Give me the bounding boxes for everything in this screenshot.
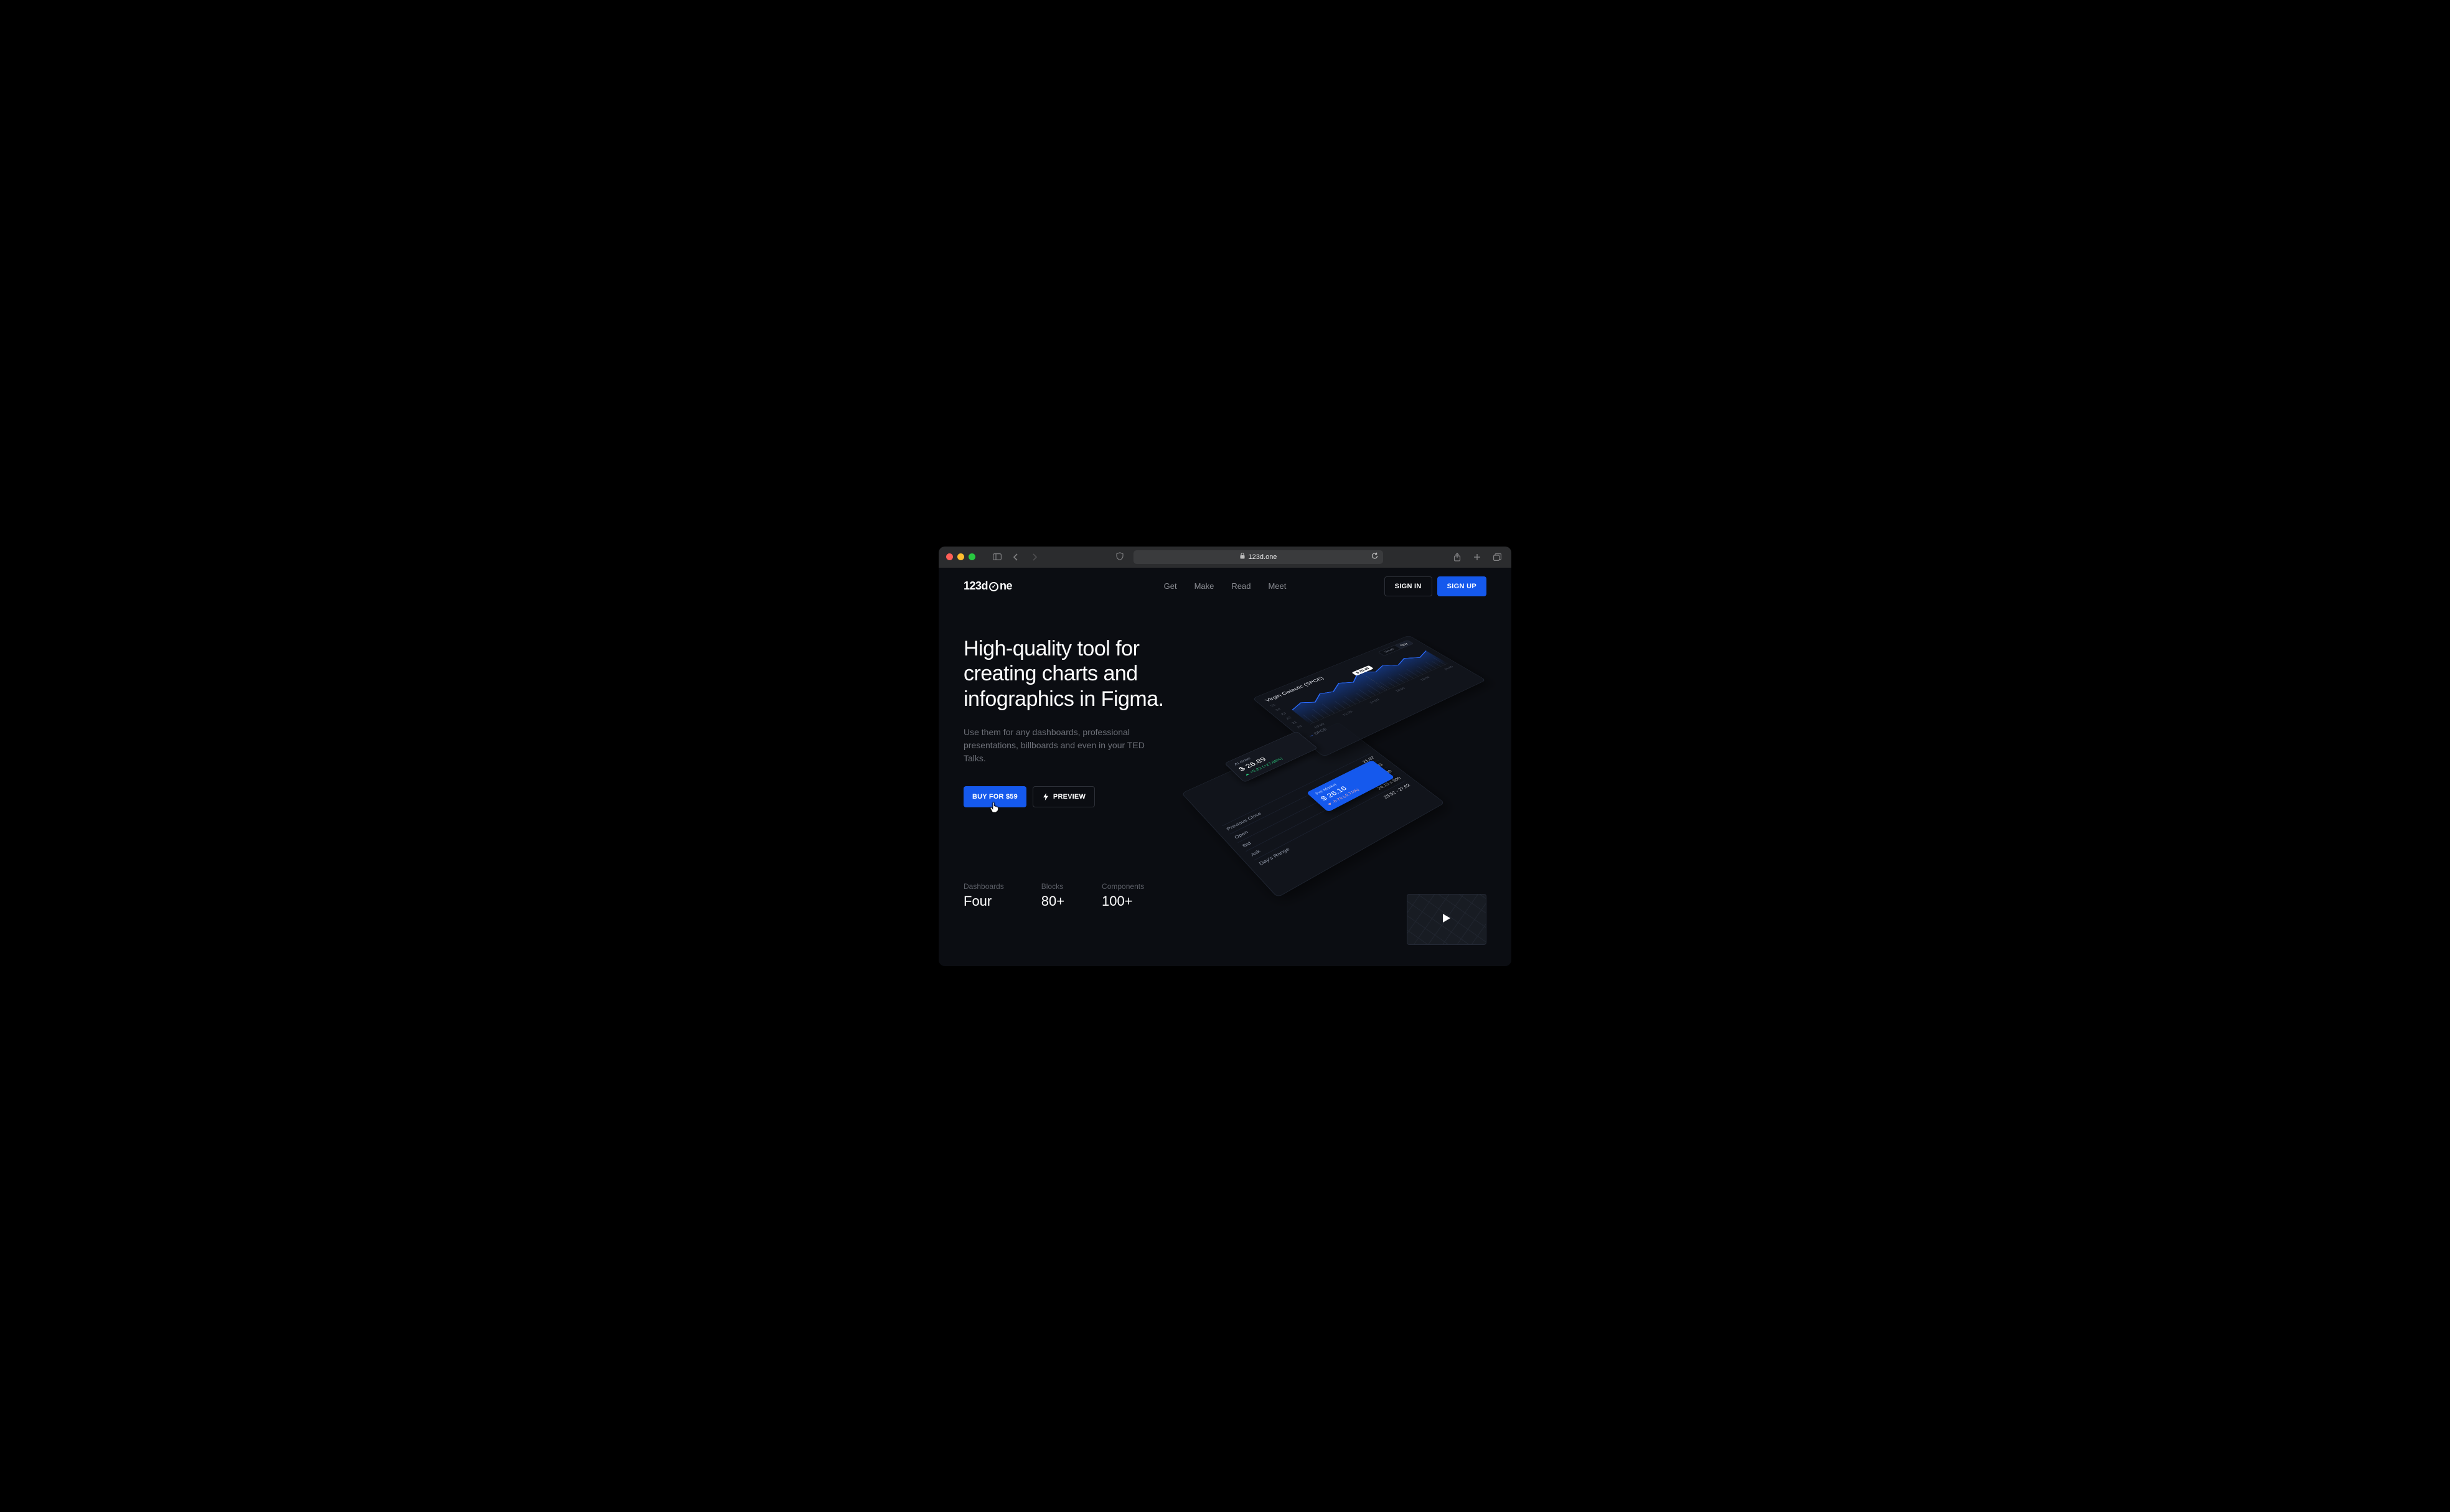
pointer-cursor-icon <box>990 802 998 814</box>
browser-window: 123d.one 123dne Get Make Rea <box>939 547 1511 966</box>
arrow-up-icon <box>1245 772 1249 775</box>
play-icon <box>1442 913 1451 925</box>
logo[interactable]: 123dne <box>964 580 1012 593</box>
back-button[interactable] <box>1009 550 1023 564</box>
reload-icon[interactable] <box>1371 552 1378 561</box>
nav-link-get[interactable]: Get <box>1164 581 1177 591</box>
page-content: 123dne Get Make Read Meet SIGN IN SIGN U… <box>939 568 1511 966</box>
privacy-shield-icon[interactable] <box>1116 552 1124 562</box>
share-icon[interactable] <box>1450 550 1464 564</box>
lock-icon <box>1240 553 1245 561</box>
hero-title: High-quality tool for creating charts an… <box>964 636 1194 712</box>
sign-in-button[interactable]: SIGN IN <box>1384 576 1432 596</box>
site-header: 123dne Get Make Read Meet SIGN IN SIGN U… <box>964 568 1486 605</box>
address-bar[interactable]: 123d.one <box>1133 550 1383 564</box>
stats-row: Dashboards Four Blocks 80+ Components 10… <box>964 882 1194 909</box>
close-window-button[interactable] <box>946 553 953 560</box>
new-tab-icon[interactable] <box>1470 550 1484 564</box>
url-text: 123d.one <box>1249 553 1277 561</box>
browser-titlebar: 123d.one <box>939 547 1511 568</box>
tabs-overview-icon[interactable] <box>1490 550 1504 564</box>
stat-blocks: Blocks 80+ <box>1041 882 1064 909</box>
hero-subtitle: Use them for any dashboards, professiona… <box>964 726 1169 765</box>
nav-links: Get Make Read Meet <box>1164 581 1287 591</box>
arrow-down-icon <box>1327 802 1331 805</box>
sidebar-toggle-icon[interactable] <box>990 550 1004 564</box>
logo-check-icon <box>989 582 998 591</box>
nav-link-meet[interactable]: Meet <box>1268 581 1286 591</box>
maximize-window-button[interactable] <box>969 553 975 560</box>
lightning-icon <box>1042 793 1049 801</box>
stat-dashboards: Dashboards Four <box>964 882 1004 909</box>
minimize-window-button[interactable] <box>957 553 964 560</box>
sign-up-button[interactable]: SIGN UP <box>1437 576 1486 596</box>
stat-components: Components 100+ <box>1102 882 1144 909</box>
isometric-mockup: Previous Close21.07 Open25.31 Bid0.00 x … <box>1200 611 1499 898</box>
video-thumbnail[interactable] <box>1407 894 1486 945</box>
nav-link-read[interactable]: Read <box>1231 581 1251 591</box>
window-controls <box>946 553 975 560</box>
preview-button[interactable]: PREVIEW <box>1033 786 1095 807</box>
forward-button[interactable] <box>1028 550 1041 564</box>
nav-link-make[interactable]: Make <box>1194 581 1214 591</box>
